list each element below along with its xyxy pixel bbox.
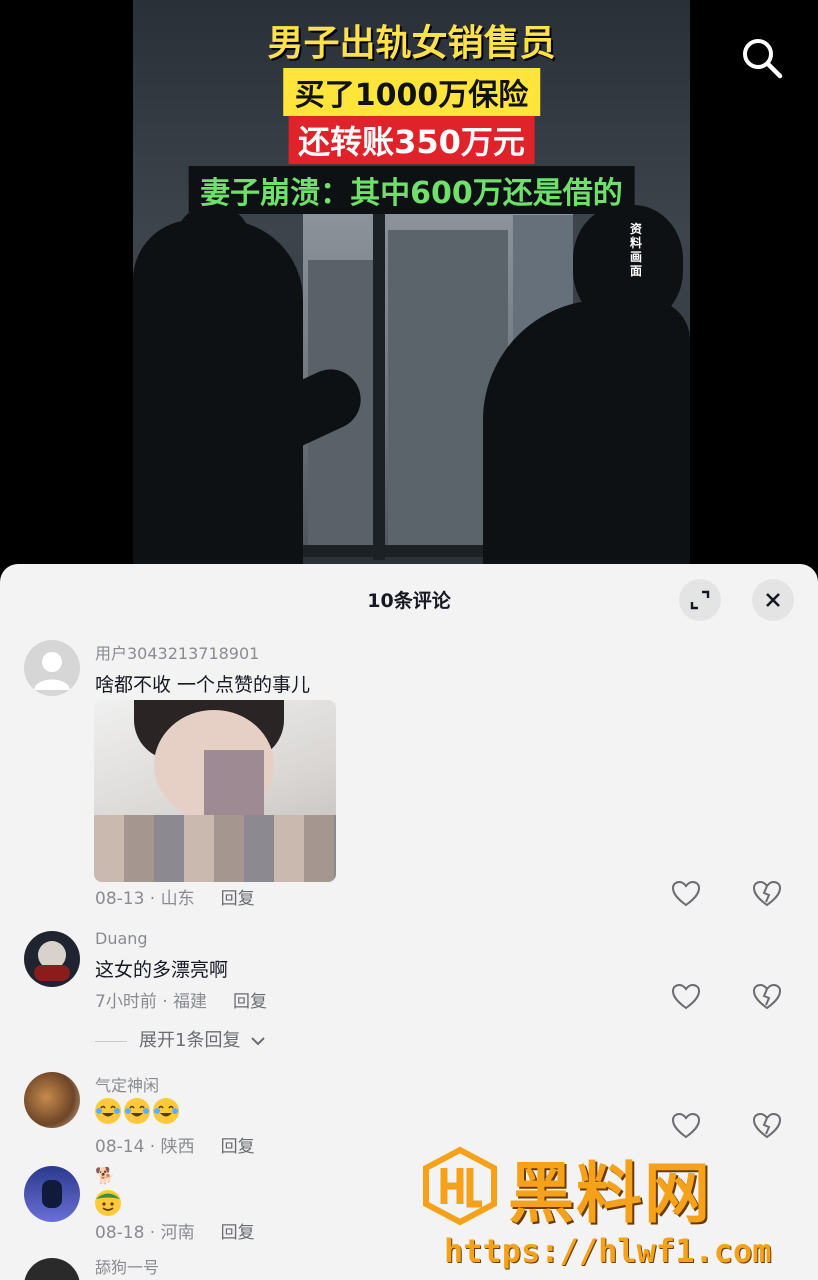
default-avatar-icon <box>34 652 70 690</box>
laughing-crying-emoji <box>153 1098 179 1124</box>
watermark-url: https://hlwf1.com <box>444 1232 772 1270</box>
expand-replies-label: 展开1条回复 <box>139 1030 241 1051</box>
person-head <box>173 205 253 305</box>
expand-replies[interactable]: 展开1条回复 <box>95 1026 266 1052</box>
reply-button[interactable]: 回复 <box>221 889 255 909</box>
caption-line-1: 男子出轨女销售员 <box>267 23 556 64</box>
avatar[interactable] <box>24 640 80 696</box>
archive-footage-note: 资料画面 <box>630 222 643 278</box>
watermark: 黑料网 https://hlwf1.com <box>420 1140 818 1280</box>
comment-text: 啥都不收 一个点赞的事儿 <box>95 674 311 696</box>
mosaic-blur <box>204 750 264 820</box>
caption-line-4: 妻子崩溃：其中600万还是借的 <box>188 166 635 214</box>
comment-meta: 08-18 · 河南 回复 <box>95 1223 255 1243</box>
avatar-figure <box>42 1180 62 1208</box>
comment-username[interactable]: 舔狗一号 <box>95 1254 159 1278</box>
divider <box>95 1040 127 1042</box>
reply-button[interactable]: 回复 <box>221 1223 255 1243</box>
comment-username[interactable]: 气定神闲 <box>95 1072 159 1096</box>
avatar[interactable] <box>24 931 80 987</box>
comment-username[interactable]: 用户3043213718901 <box>95 640 259 664</box>
video-player[interactable]: 男子出轨女销售员 买了1000万保险 还转账350万元 妻子崩溃：其中600万还… <box>0 0 818 580</box>
reply-button[interactable]: 回复 <box>233 992 267 1012</box>
comment-location: 河南 <box>160 1223 195 1243</box>
expand-icon <box>690 590 710 610</box>
close-icon <box>766 593 780 607</box>
video-frame: 男子出轨女销售员 买了1000万保险 还转账350万元 妻子崩溃：其中600万还… <box>133 0 690 580</box>
comment-emoji-row <box>95 1098 182 1128</box>
caption-line-2: 买了1000万保险 <box>282 68 541 116</box>
close-button[interactable] <box>752 579 794 621</box>
comment-item: Duang 这女的多漂亮啊 7小时前 · 福建 回复 展开1条回复 <box>0 929 818 1052</box>
mosaic-blur <box>94 815 336 882</box>
comment-meta: 08-14 · 陕西 回复 <box>95 1137 255 1157</box>
dislike-icon[interactable] <box>752 983 782 1011</box>
avatar-figure <box>34 965 70 981</box>
comment-date: 7小时前 <box>95 992 157 1012</box>
dislike-icon[interactable] <box>752 880 782 908</box>
window-frame <box>373 200 385 560</box>
cowboy-emoji <box>95 1190 121 1216</box>
avatar[interactable] <box>24 1258 80 1280</box>
person-silhouette <box>483 300 690 580</box>
comment-username[interactable]: Duang <box>95 929 148 948</box>
comment-meta: 08-13 · 山东 回复 <box>95 889 255 909</box>
hl-logo-icon <box>423 1146 497 1226</box>
search-icon <box>743 39 783 79</box>
search-button[interactable] <box>738 34 784 80</box>
person-head <box>573 205 683 325</box>
comment-date: 08-13 <box>95 889 145 909</box>
comment-emoji-row <box>95 1190 124 1220</box>
caption-line-3: 还转账350万元 <box>288 116 535 164</box>
dislike-icon[interactable] <box>752 1112 782 1140</box>
reply-button[interactable]: 回复 <box>221 1137 255 1157</box>
like-icon[interactable] <box>671 983 701 1011</box>
like-icon[interactable] <box>671 1112 701 1140</box>
laughing-crying-emoji <box>124 1098 150 1124</box>
avatar[interactable] <box>24 1166 80 1222</box>
comment-location: 陕西 <box>160 1137 195 1157</box>
comment-location: 福建 <box>173 992 208 1012</box>
avatar[interactable] <box>24 1072 80 1128</box>
comment-location: 山东 <box>160 889 195 909</box>
comment-date: 08-18 <box>95 1223 145 1243</box>
like-icon[interactable] <box>671 880 701 908</box>
comment-text: 这女的多漂亮啊 <box>95 959 229 981</box>
laughing-crying-emoji <box>95 1098 121 1124</box>
comment-username[interactable]: 🐕 <box>95 1166 115 1185</box>
comment-image[interactable] <box>94 700 336 882</box>
comment-item: 用户3043213718901 啥都不收 一个点赞的事儿 08-13 · 山东回… <box>0 638 818 909</box>
expand-button[interactable] <box>679 579 721 621</box>
watermark-title: 黑料网 <box>508 1155 712 1232</box>
comment-date: 08-14 <box>95 1137 145 1157</box>
chevron-down-icon <box>251 1037 265 1046</box>
comment-meta: 7小时前 · 福建 回复 <box>95 992 268 1012</box>
